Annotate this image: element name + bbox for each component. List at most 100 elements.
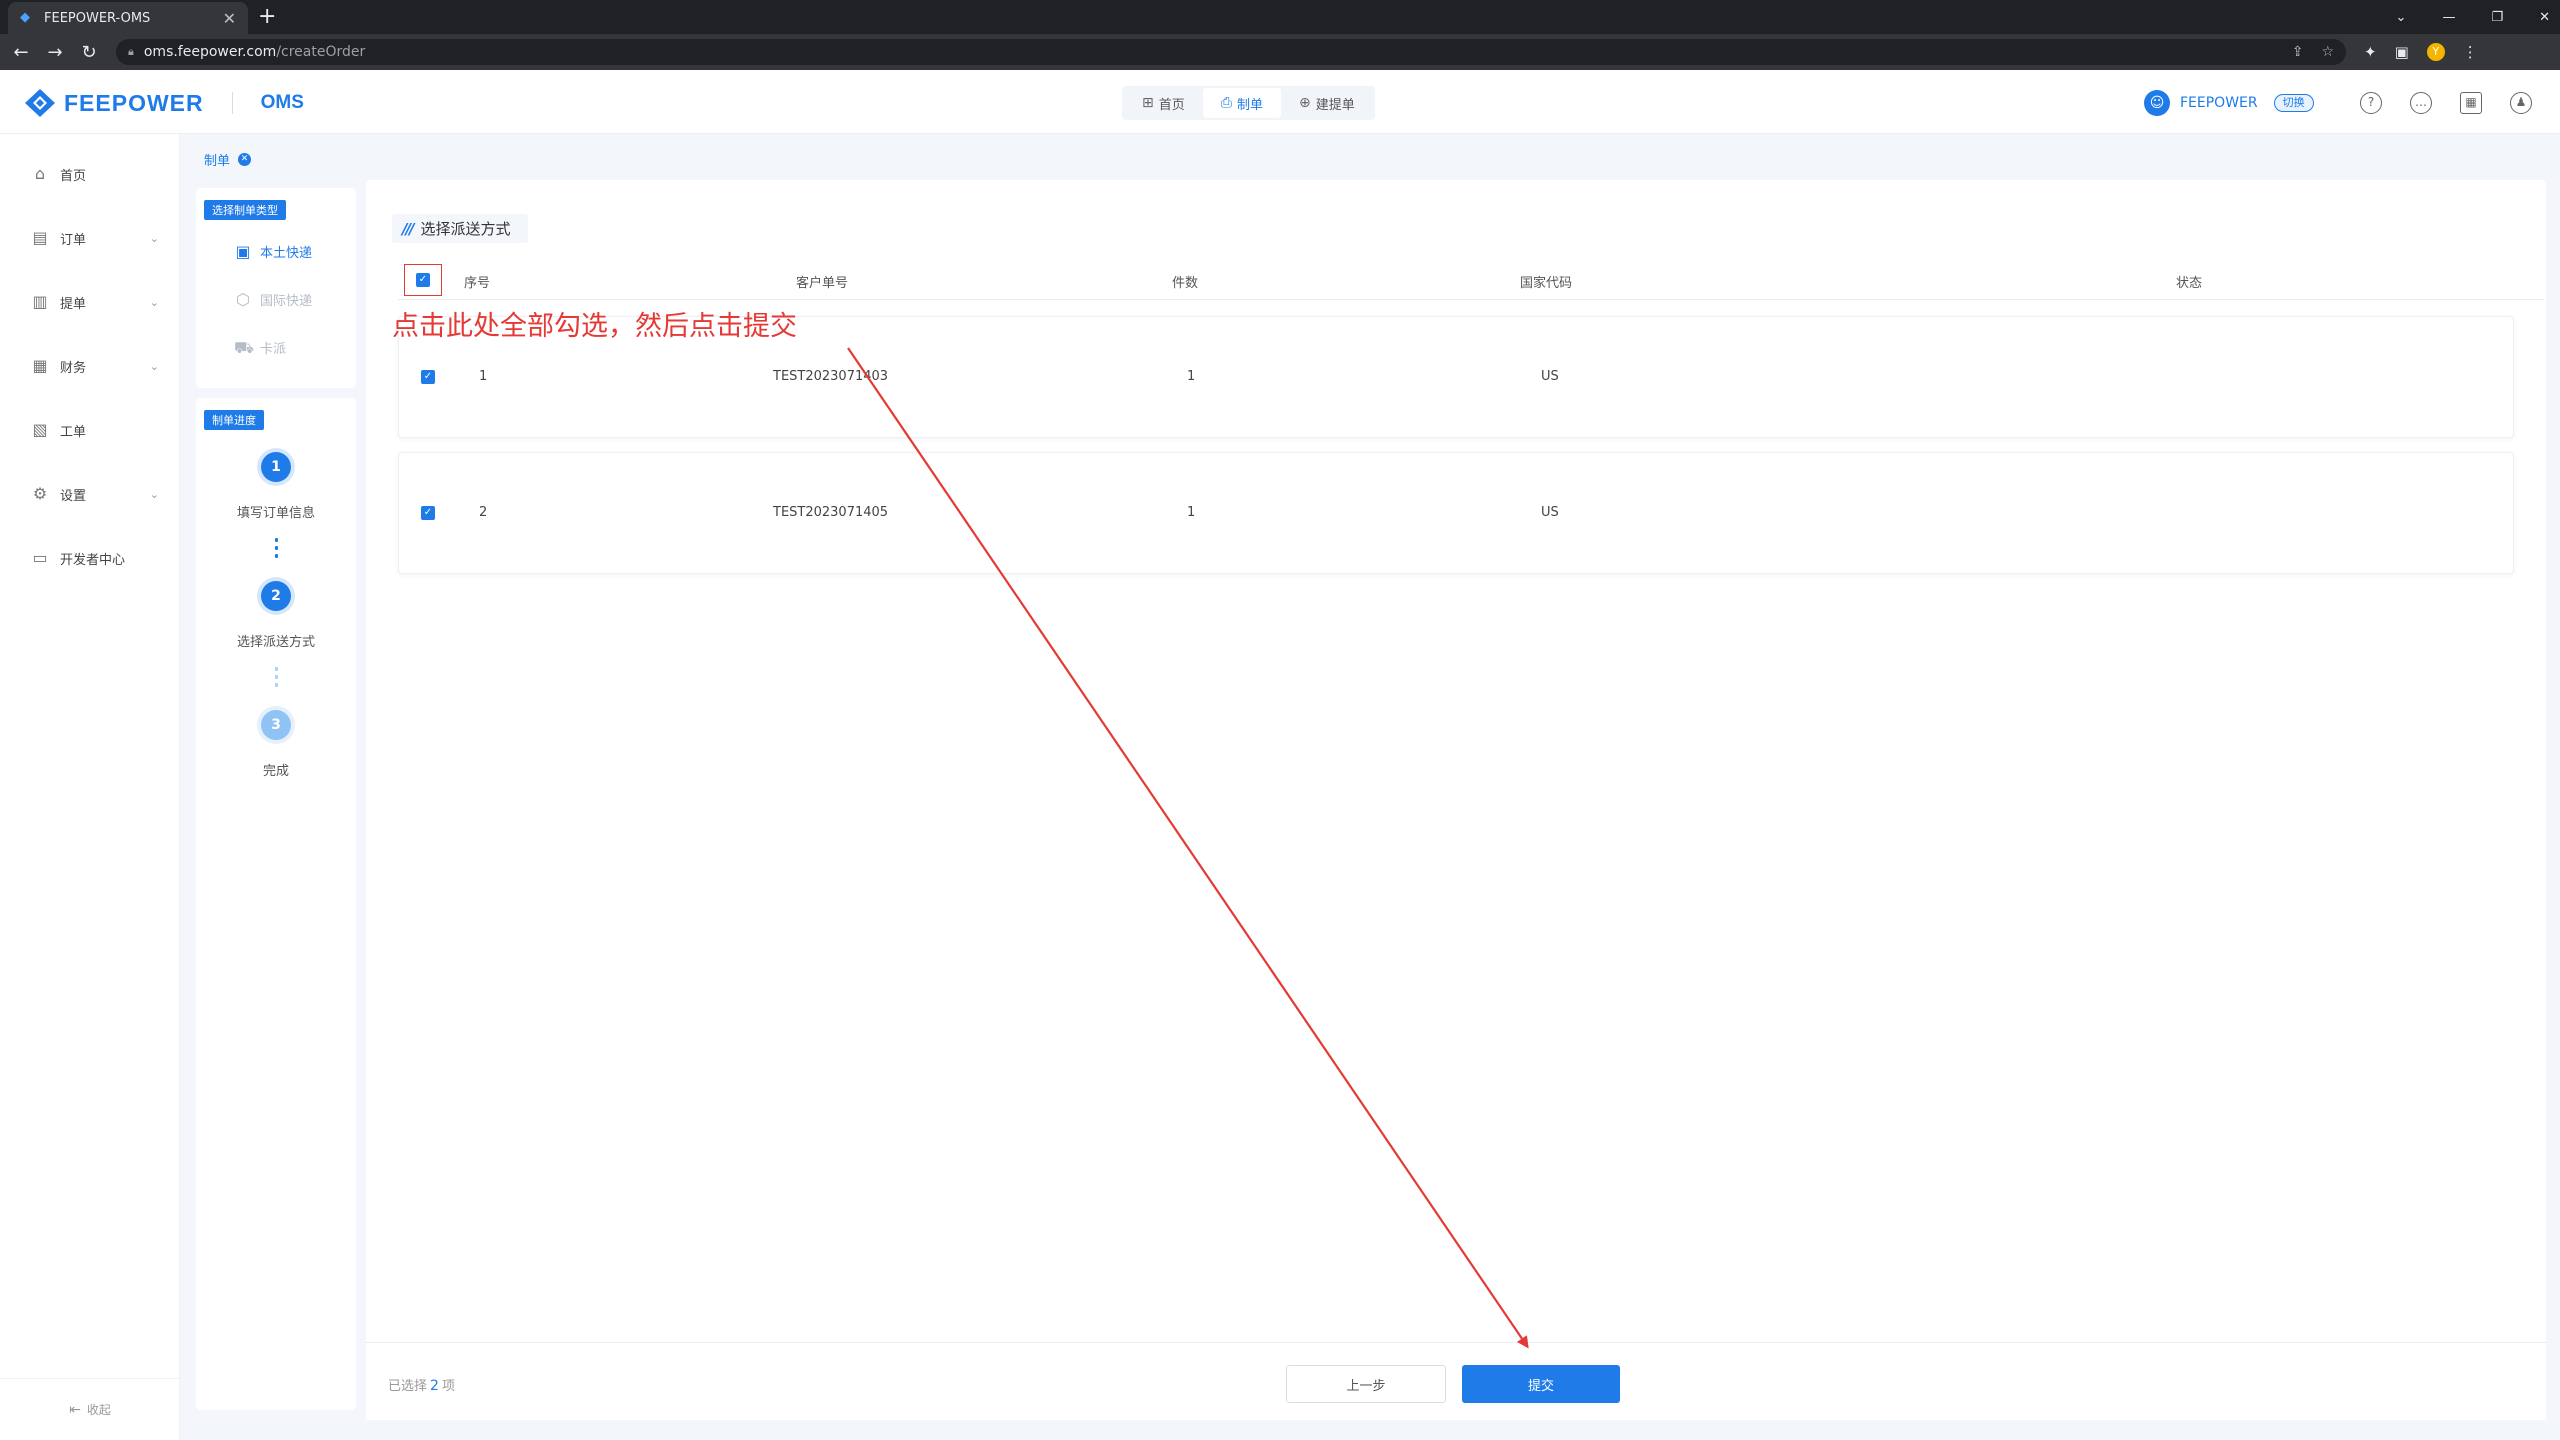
sidebar-item-orders[interactable]: ▤ 订单 ⌄ xyxy=(0,206,179,270)
browser-menu-icon[interactable]: ⋮ xyxy=(2463,43,2478,61)
column-header: 序号 xyxy=(464,276,491,291)
tab-search-icon[interactable]: ⌄ xyxy=(2396,10,2407,25)
order-icon: ▤ xyxy=(32,228,48,247)
sidebar-item-label: 工单 xyxy=(60,424,87,440)
bookmark-star-icon[interactable]: ☆ xyxy=(2321,44,2334,60)
finance-icon: ▦ xyxy=(32,356,48,375)
browser-toolbar: ← → ↻ 🔒︎ oms.feepower.com/createOrder ⇪ … xyxy=(0,34,2560,70)
breadcrumb: 制单 ✕ xyxy=(204,150,252,169)
annotation-text: 点击此处全部勾选，然后点击提交 xyxy=(392,311,797,342)
column-header: 状态 xyxy=(2176,276,2203,291)
restore-icon[interactable]: ❐ xyxy=(2491,10,2503,25)
top-nav-home[interactable]: ⊞ 首页 xyxy=(1124,88,1203,118)
switch-account-button[interactable]: 切换 xyxy=(2273,94,2314,112)
share-icon[interactable]: ⇪ xyxy=(2292,44,2304,60)
step-circle: 3 xyxy=(261,710,291,740)
brand-name: FEEPOWER xyxy=(64,89,204,116)
order-make-icon: ⎙ xyxy=(1220,95,1232,111)
submit-button[interactable]: 提交 xyxy=(1462,1365,1620,1403)
step-label: 选择派送方式 xyxy=(236,635,315,650)
sidebar: ⌂ 首页 ▤ 订单 ⌄ ▥ 提单 ⌄ ▦ 财务 ⌄ ▧ 工单 ⚙ 设置 ⌄ ▭ … xyxy=(0,134,180,1440)
sidebar-item-settings[interactable]: ⚙ 设置 ⌄ xyxy=(0,462,179,526)
table-row[interactable]: ✓ 2 TEST2023071405 1 US xyxy=(398,452,2514,574)
order-type-label: 卡派 xyxy=(260,342,287,357)
breadcrumb-tab[interactable]: 制单 xyxy=(204,150,230,169)
tab-close-icon[interactable]: ✕ xyxy=(223,9,236,28)
row-index: 1 xyxy=(479,369,488,384)
forward-icon[interactable]: → xyxy=(42,42,68,63)
step-circle: 1 xyxy=(261,452,291,482)
message-icon[interactable]: … xyxy=(2410,92,2432,114)
selected-count: 2 xyxy=(430,1378,439,1394)
help-icon[interactable]: ? xyxy=(2360,92,2382,114)
close-window-icon[interactable]: ✕ xyxy=(2539,10,2550,25)
sidebar-item-developer[interactable]: ▭ 开发者中心 xyxy=(0,526,179,590)
row-index: 2 xyxy=(479,505,488,520)
order-type-intl-express: ⬡ 国际快递 xyxy=(234,290,312,309)
sidebar-item-label: 设置 xyxy=(60,488,87,504)
sidebar-item-label: 开发者中心 xyxy=(60,552,126,568)
browser-tabbar: ◆ FEEPOWER-OMS ✕ + ⌄ — ❐ ✕ xyxy=(0,0,2560,34)
extensions-icon[interactable]: ✦ xyxy=(2364,43,2377,61)
sidebar-item-tickets[interactable]: ▧ 工单 xyxy=(0,398,179,462)
column-header: 国家代码 xyxy=(1520,276,1573,291)
collapse-label: 收起 xyxy=(86,1403,111,1417)
row-customer-no: TEST2023071403 xyxy=(773,369,889,384)
minimize-icon[interactable]: — xyxy=(2442,10,2455,25)
row-qty: 1 xyxy=(1187,369,1196,384)
top-nav-label: 首页 xyxy=(1158,97,1185,113)
profile-avatar-icon[interactable]: Y xyxy=(2426,43,2445,61)
sidebar-item-finance[interactable]: ▦ 财务 ⌄ xyxy=(0,334,179,398)
collapse-icon: ⇤ xyxy=(69,1401,81,1418)
site-favicon-icon: ◆ xyxy=(20,10,30,25)
logo[interactable]: FEEPOWER OMS xyxy=(24,88,304,118)
browser-tab[interactable]: ◆ FEEPOWER-OMS ✕ xyxy=(8,2,248,34)
row-checkbox[interactable]: ✓ xyxy=(421,370,435,384)
row-country: US xyxy=(1541,505,1559,520)
table-header: ✓ 序号 客户单号 件数 国家代码 状态 xyxy=(398,260,2544,300)
step-2: 2 选择派送方式 xyxy=(196,581,356,650)
package-icon: ⬡ xyxy=(236,289,250,309)
reload-icon[interactable]: ↻ xyxy=(76,42,102,63)
lock-icon: 🔒︎ xyxy=(128,45,134,58)
prev-step-button[interactable]: 上一步 xyxy=(1286,1365,1446,1403)
slash-icon: /// xyxy=(402,219,415,238)
order-type-truck: ⛟ 卡派 xyxy=(234,338,286,357)
user-icon[interactable]: ♟ xyxy=(2510,92,2532,114)
user-name: FEEPOWER xyxy=(2180,95,2258,111)
row-customer-no: TEST2023071405 xyxy=(773,505,889,520)
order-type-tag: 选择制单类型 xyxy=(204,200,286,220)
back-icon[interactable]: ← xyxy=(8,42,34,63)
order-type-local-express[interactable]: ▣ 本土快递 xyxy=(234,242,312,261)
order-type-label: 本土快递 xyxy=(260,246,313,261)
new-tab-button[interactable]: + xyxy=(258,4,276,30)
sidebar-collapse-button[interactable]: ⇤ 收起 xyxy=(0,1378,180,1440)
step-label: 完成 xyxy=(262,764,289,779)
side-panel-icon[interactable]: ▣ xyxy=(2395,43,2409,61)
top-nav-make-order[interactable]: ⎙ 制单 xyxy=(1202,88,1281,118)
calendar-icon[interactable]: ▦ xyxy=(2460,92,2482,114)
step-circle: 2 xyxy=(261,581,291,611)
footer-bar: 已选择 2 项 上一步 提交 xyxy=(366,1342,2546,1420)
sidebar-item-bills[interactable]: ▥ 提单 ⌄ xyxy=(0,270,179,334)
address-bar[interactable]: 🔒︎ oms.feepower.com/createOrder ⇪ ☆ xyxy=(116,39,2346,65)
row-country: US xyxy=(1541,369,1559,384)
top-nav-create-bill[interactable]: ⊕ 建提单 xyxy=(1281,88,1373,118)
annotation-highlight-box: ✓ xyxy=(404,264,442,296)
app-header: FEEPOWER OMS ⊞ 首页 ⎙ 制单 ⊕ 建提单 ☺ FEEPOWER … xyxy=(0,70,2560,134)
row-checkbox[interactable]: ✓ xyxy=(421,506,435,520)
section-title: /// 选择派送方式 xyxy=(392,214,529,243)
sidebar-item-home[interactable]: ⌂ 首页 xyxy=(0,142,179,206)
user-avatar-icon: ☺ xyxy=(2144,90,2170,116)
settings-icon: ⚙ xyxy=(32,484,48,503)
close-icon[interactable]: ✕ xyxy=(238,153,252,166)
user-box[interactable]: ☺ FEEPOWER 切换 xyxy=(2144,90,2314,116)
select-all-checkbox[interactable]: ✓ xyxy=(416,273,430,287)
developer-icon: ▭ xyxy=(32,548,48,567)
top-nav-label: 制单 xyxy=(1236,97,1263,113)
main-panel: /// 选择派送方式 ✓ 序号 客户单号 件数 国家代码 状态 ✓ 1 TEST… xyxy=(366,180,2546,1420)
url-path: /createOrder xyxy=(276,44,366,60)
progress-tag: 制单进度 xyxy=(204,410,264,430)
step-3: 3 完成 xyxy=(196,710,356,779)
row-qty: 1 xyxy=(1187,505,1196,520)
